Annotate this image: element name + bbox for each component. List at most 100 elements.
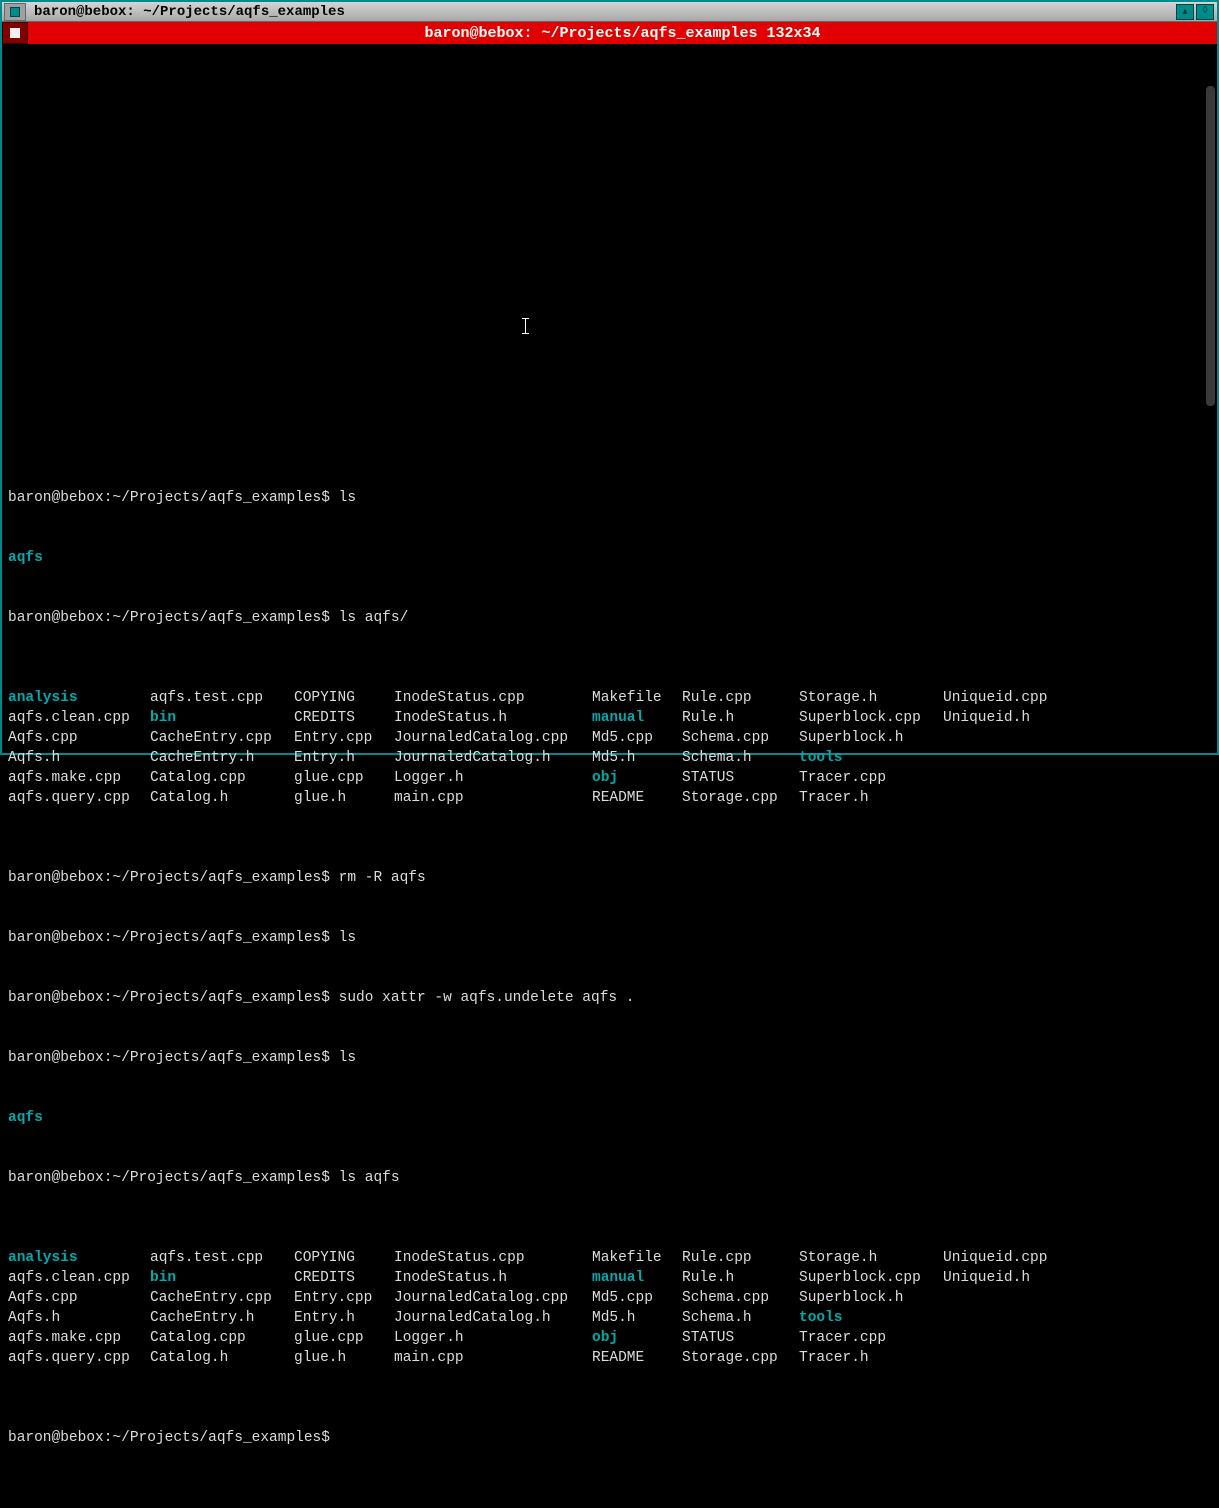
file-entry: glue.cpp <box>294 1328 394 1348</box>
maximize-button[interactable]: ▴ <box>1176 4 1194 20</box>
file-entry: STATUS <box>682 768 799 788</box>
file-entry: README <box>592 788 682 808</box>
prompt-line: baron@bebox:~/Projects/aqfs_examples$ <box>8 1428 1211 1448</box>
file-entry: Logger.h <box>394 768 592 788</box>
file-entry: Storage.h <box>799 1248 943 1268</box>
file-entry: InodeStatus.h <box>394 1268 592 1288</box>
file-entry: Aqfs.h <box>8 1308 150 1328</box>
file-entry: Md5.cpp <box>592 1288 682 1308</box>
window-menu-icon[interactable] <box>4 3 26 21</box>
text-cursor-icon <box>525 318 526 334</box>
file-entry: JournaledCatalog.cpp <box>394 728 592 748</box>
window-titlebar: baron@bebox: ~/Projects/aqfs_examples ▴ … <box>2 2 1217 22</box>
file-entry: Storage.cpp <box>682 788 799 808</box>
file-entry: Tracer.h <box>799 1348 943 1368</box>
file-entry: tools <box>799 748 943 768</box>
file-entry: COPYING <box>294 688 394 708</box>
terminal-tabbar: baron@bebox: ~/Projects/aqfs_examples 13… <box>2 22 1217 44</box>
file-entry: Aqfs.cpp <box>8 728 150 748</box>
window-title: baron@bebox: ~/Projects/aqfs_examples <box>34 4 345 20</box>
file-entry: Schema.cpp <box>682 728 799 748</box>
file-entry: CREDITS <box>294 1268 394 1288</box>
prompt-line: baron@bebox:~/Projects/aqfs_examples$ ls… <box>8 1168 1211 1188</box>
file-entry: CREDITS <box>294 708 394 728</box>
file-entry: aqfs.query.cpp <box>8 1348 150 1368</box>
prompt-line: baron@bebox:~/Projects/aqfs_examples$ rm… <box>8 868 1211 888</box>
file-entry: Makefile <box>592 1248 682 1268</box>
file-entry: CacheEntry.h <box>150 1308 294 1328</box>
scrollbar[interactable] <box>1206 86 1215 406</box>
file-entry: Md5.h <box>592 748 682 768</box>
file-entry: CacheEntry.cpp <box>150 1288 294 1308</box>
file-entry: aqfs.query.cpp <box>8 788 150 808</box>
file-entry: obj <box>592 768 682 788</box>
ls-output-columns: analysisaqfs.test.cppCOPYINGInodeStatus.… <box>8 688 1211 808</box>
file-entry: bin <box>150 708 294 728</box>
terminal-tab-icon[interactable] <box>2 22 28 44</box>
file-entry: aqfs.test.cpp <box>150 1248 294 1268</box>
file-entry: Uniqueid.h <box>943 708 1030 728</box>
file-entry: obj <box>592 1328 682 1348</box>
ls-output-columns: analysisaqfs.test.cppCOPYINGInodeStatus.… <box>8 1248 1211 1368</box>
file-entry: Rule.h <box>682 708 799 728</box>
file-entry: Entry.h <box>294 748 394 768</box>
file-entry: Tracer.cpp <box>799 1328 943 1348</box>
file-entry: manual <box>592 708 682 728</box>
prompt-line: baron@bebox:~/Projects/aqfs_examples$ su… <box>8 988 1211 1008</box>
file-entry: main.cpp <box>394 1348 592 1368</box>
file-entry: Catalog.cpp <box>150 1328 294 1348</box>
file-entry: Md5.cpp <box>592 728 682 748</box>
file-entry: Catalog.cpp <box>150 768 294 788</box>
file-entry: aqfs.clean.cpp <box>8 708 150 728</box>
file-entry: Md5.h <box>592 1308 682 1328</box>
file-entry: InodeStatus.cpp <box>394 1248 592 1268</box>
file-entry: glue.h <box>294 788 394 808</box>
file-entry: Storage.h <box>799 688 943 708</box>
prompt-line: baron@bebox:~/Projects/aqfs_examples$ ls <box>8 1048 1211 1068</box>
file-entry: Entry.cpp <box>294 728 394 748</box>
terminal-content[interactable]: baron@bebox:~/Projects/aqfs_examples$ ls… <box>2 44 1217 753</box>
ls-output: aqfs <box>8 1108 1211 1128</box>
file-entry: COPYING <box>294 1248 394 1268</box>
file-entry: Schema.h <box>682 1308 799 1328</box>
ls-output: aqfs <box>8 548 1211 568</box>
file-entry: Schema.cpp <box>682 1288 799 1308</box>
file-entry: Catalog.h <box>150 788 294 808</box>
file-entry: Rule.cpp <box>682 688 799 708</box>
file-entry: README <box>592 1348 682 1368</box>
file-entry: CacheEntry.h <box>150 748 294 768</box>
file-entry: STATUS <box>682 1328 799 1348</box>
terminal-tab-title: baron@bebox: ~/Projects/aqfs_examples 13… <box>28 22 1217 44</box>
file-entry: Tracer.h <box>799 788 943 808</box>
file-entry: InodeStatus.h <box>394 708 592 728</box>
file-entry: aqfs.make.cpp <box>8 768 150 788</box>
file-entry: Uniqueid.h <box>943 1268 1030 1288</box>
file-entry: Superblock.cpp <box>799 708 943 728</box>
file-entry: Superblock.cpp <box>799 1268 943 1288</box>
prompt-line: baron@bebox:~/Projects/aqfs_examples$ ls <box>8 488 1211 508</box>
file-entry: Storage.cpp <box>682 1348 799 1368</box>
file-entry: Aqfs.cpp <box>8 1288 150 1308</box>
file-entry: tools <box>799 1308 943 1328</box>
file-entry: Uniqueid.cpp <box>943 688 1047 708</box>
file-entry: aqfs.clean.cpp <box>8 1268 150 1288</box>
file-entry: aqfs.test.cpp <box>150 688 294 708</box>
prompt-line: baron@bebox:~/Projects/aqfs_examples$ ls… <box>8 608 1211 628</box>
file-entry: Rule.cpp <box>682 1248 799 1268</box>
file-entry: Tracer.cpp <box>799 768 943 788</box>
file-entry: main.cpp <box>394 788 592 808</box>
file-entry: Logger.h <box>394 1328 592 1348</box>
file-entry: Uniqueid.cpp <box>943 1248 1047 1268</box>
file-entry: CacheEntry.cpp <box>150 728 294 748</box>
file-entry: Schema.h <box>682 748 799 768</box>
file-entry: aqfs.make.cpp <box>8 1328 150 1348</box>
file-entry: Entry.h <box>294 1308 394 1328</box>
file-entry: manual <box>592 1268 682 1288</box>
file-entry: Superblock.h <box>799 1288 943 1308</box>
file-entry: analysis <box>8 1248 150 1268</box>
file-entry: JournaledCatalog.h <box>394 748 592 768</box>
file-entry: Aqfs.h <box>8 748 150 768</box>
file-entry: glue.h <box>294 1348 394 1368</box>
close-button[interactable]: ◊ <box>1196 4 1214 20</box>
file-entry: Superblock.h <box>799 728 943 748</box>
